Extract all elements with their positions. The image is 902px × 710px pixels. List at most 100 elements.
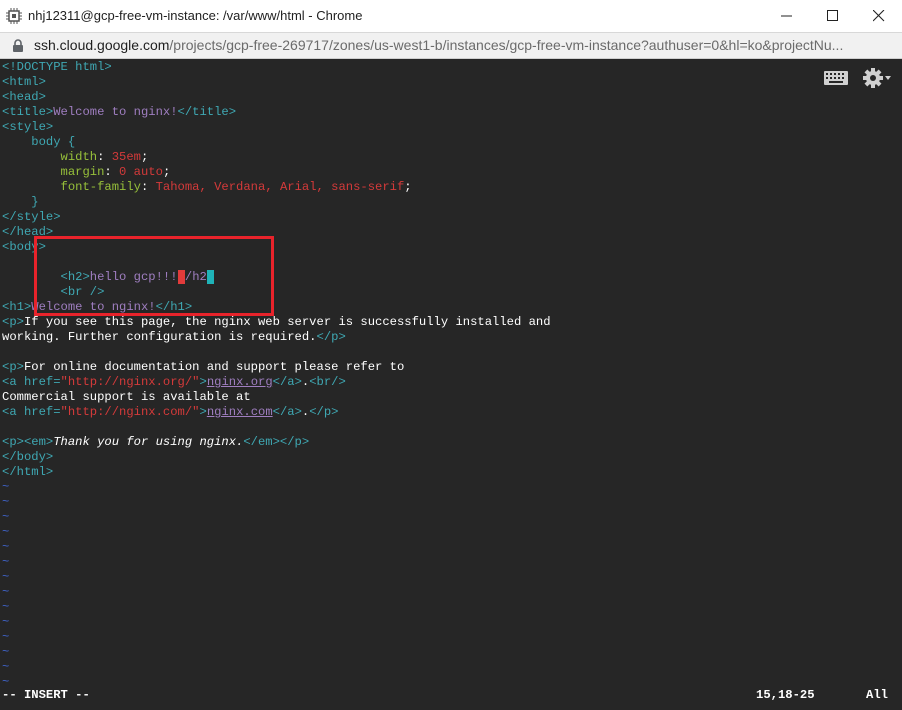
editor-line[interactable]: <h1>Welcome to nginx!</h1> [2, 300, 192, 315]
code-token: <head> [2, 90, 46, 104]
code-token: Tahoma, Verdana, Arial, sans-serif [155, 180, 405, 194]
code-token: } [2, 195, 39, 209]
code-token: 35em [111, 150, 141, 164]
code-token: </style> [2, 210, 61, 224]
close-button[interactable] [856, 0, 902, 32]
code-token: If you see this page, the nginx web serv… [23, 315, 551, 329]
url-text[interactable]: ssh.cloud.google.com/projects/gcp-free-2… [34, 37, 843, 53]
code-token: ~ [2, 645, 10, 659]
code-token: : [104, 165, 120, 179]
editor-line[interactable]: margin: 0 auto; [2, 165, 171, 180]
editor-line[interactable]: <p><em>Thank you for using nginx.</em></… [2, 435, 309, 450]
title-bar[interactable]: nhj12311@gcp-free-vm-instance: /var/www/… [0, 0, 902, 33]
code-token: </h1> [155, 300, 193, 314]
editor-line[interactable]: <body> [2, 240, 46, 255]
editor-line[interactable]: <!DOCTYPE html> [2, 60, 112, 75]
editor-line[interactable]: font-family: Tahoma, Verdana, Arial, san… [2, 180, 412, 195]
editor-line[interactable]: </html> [2, 465, 53, 480]
code-token: Welcome to nginx! [53, 105, 178, 119]
editor-line[interactable]: ~ [2, 660, 9, 675]
code-token: Welcome to nginx! [31, 300, 156, 314]
code-token: </html> [2, 465, 54, 479]
editor-line[interactable]: <p>If you see this page, the nginx web s… [2, 315, 551, 330]
editor-line[interactable]: </style> [2, 210, 61, 225]
editor-line[interactable]: <title>Welcome to nginx!</title> [2, 105, 236, 120]
code-token: /h2 [184, 270, 207, 284]
editor-line[interactable]: ~ [2, 555, 9, 570]
editor-line[interactable]: ~ [2, 615, 9, 630]
editor-line[interactable]: ~ [2, 600, 9, 615]
editor-line[interactable]: <p>For online documentation and support … [2, 360, 404, 375]
editor-line[interactable]: } [2, 195, 39, 210]
code-token: </p> [316, 330, 346, 344]
editor-line[interactable]: ~ [2, 540, 9, 555]
code-token: </head> [2, 225, 54, 239]
keyboard-icon[interactable] [824, 71, 848, 85]
code-token: <p> [2, 315, 24, 329]
editor-line[interactable]: width: 35em; [2, 150, 149, 165]
editor-line[interactable]: <style> [2, 120, 53, 135]
editor-line[interactable]: <html> [2, 75, 46, 90]
code-token: <title> [2, 105, 54, 119]
code-token: > [199, 405, 207, 419]
scroll-indicator: All [866, 688, 888, 702]
code-token: ~ [2, 570, 10, 584]
code-token: </body> [2, 450, 54, 464]
editor-line[interactable]: ~ [2, 525, 9, 540]
code-token: ~ [2, 495, 10, 509]
code-token: </a> [272, 405, 302, 419]
terminal-toolbar [824, 66, 894, 90]
minimize-button[interactable] [764, 0, 810, 32]
code-token: ~ [2, 525, 10, 539]
code-token: <style> [2, 120, 54, 134]
code-token: "http://nginx.com/" [60, 405, 200, 419]
code-token: body { [2, 135, 76, 149]
code-token: <h2> [60, 270, 90, 284]
editor-line[interactable]: ~ [2, 645, 9, 660]
editor-line[interactable]: Commercial support is available at [2, 390, 251, 405]
editor-cursor: < [177, 270, 185, 284]
code-token: margin [60, 165, 105, 179]
editor-line[interactable]: </head> [2, 225, 53, 240]
cursor-position: 15,18-25 [756, 688, 815, 702]
code-token: <a href= [2, 375, 61, 389]
code-token: <br/> [309, 375, 346, 389]
editor-line[interactable]: ~ [2, 585, 9, 600]
editor-line[interactable]: ~ [2, 630, 9, 645]
editor-line[interactable]: ~ [2, 495, 9, 510]
address-bar[interactable]: ssh.cloud.google.com/projects/gcp-free-2… [0, 33, 902, 59]
editor-line[interactable]: ~ [2, 510, 9, 525]
terminal[interactable]: <!DOCTYPE html> <html> <head> <title>Welcom… [0, 59, 902, 710]
code-token: font-family [60, 180, 141, 194]
editor-line[interactable]: ~ [2, 570, 9, 585]
code-token: <br /> [60, 285, 105, 299]
code-token: nginx.com [206, 405, 273, 419]
code-token: 0 auto [119, 165, 163, 179]
code-token: <h1> [2, 300, 32, 314]
code-token: Thank you for using nginx. [53, 435, 244, 449]
editor-line[interactable]: ~ [2, 480, 9, 495]
editor-line[interactable]: working. Further configuration is requir… [2, 330, 346, 345]
editor-line[interactable]: <h2>hello gcp!!!</h2> [2, 270, 215, 285]
editor-line[interactable]: body { [2, 135, 75, 150]
code-token: For online documentation and support ple… [23, 360, 405, 374]
gear-icon[interactable] [862, 66, 892, 90]
code-token: </title> [177, 105, 237, 119]
editor-line[interactable]: <a href="http://nginx.com/">nginx.com</a… [2, 405, 339, 420]
editor-line[interactable]: <head> [2, 90, 46, 105]
close-icon [873, 10, 885, 22]
code-token: </a> [272, 375, 302, 389]
code-token: <a href= [2, 405, 61, 419]
code-token: ; [162, 165, 171, 179]
code-token: ~ [2, 660, 10, 674]
maximize-button[interactable] [810, 0, 856, 32]
code-token: working. Further configuration is requir… [2, 330, 317, 344]
editor-line[interactable]: </body> [2, 450, 53, 465]
code-token: ; [141, 150, 149, 164]
code-token: <body> [2, 240, 46, 254]
editor-line[interactable]: <br /> [2, 285, 105, 300]
editor-line[interactable]: <a href="http://nginx.org/">nginx.org</a… [2, 375, 346, 390]
